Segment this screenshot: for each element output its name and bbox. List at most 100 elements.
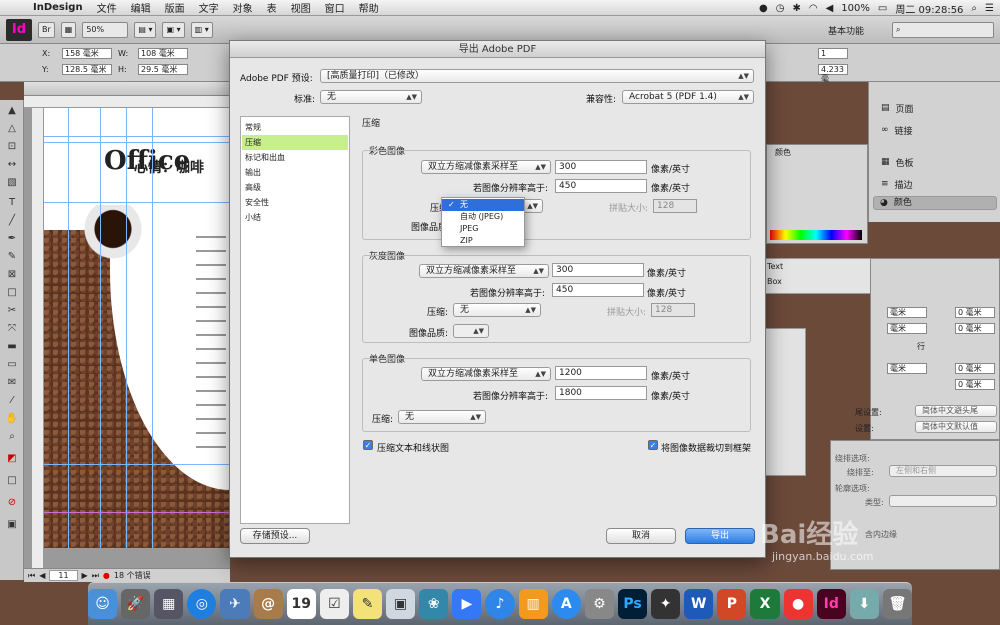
type-tool-icon[interactable]: T — [3, 196, 21, 210]
mono-downsample-select[interactable]: 双立方缩减像素采样至 ▲▼ — [421, 367, 551, 381]
w-field[interactable]: 108 毫米 — [138, 48, 188, 59]
nav-security[interactable]: 安全性 — [242, 195, 348, 210]
color-tile-size-input[interactable]: 128 — [653, 199, 697, 213]
compress-text-label[interactable]: 压缩文本和线状图 — [377, 441, 449, 454]
hand-tool-icon[interactable]: ✋ — [3, 412, 21, 426]
nav-summary[interactable]: 小结 — [242, 210, 348, 225]
menu-app-name[interactable]: InDesign — [26, 2, 90, 13]
compress-text-checkbox[interactable]: ✓ — [363, 440, 373, 450]
panel-color[interactable]: ◕ 颜色 — [873, 196, 997, 210]
spotlight-icon[interactable]: ⌕ — [971, 3, 977, 14]
final-cut-icon[interactable]: ✦ — [651, 589, 681, 619]
indent-field[interactable]: 毫米 — [887, 307, 927, 318]
coffee-cup-image[interactable] — [78, 205, 148, 265]
page-subheadline[interactable]: 心情：咖啡 — [134, 157, 204, 177]
guide-line[interactable] — [100, 108, 101, 548]
export-button[interactable]: 导出 — [685, 528, 755, 544]
color-resolution-input[interactable]: 300 — [555, 160, 647, 174]
space-before-field[interactable]: 毫米 — [887, 363, 927, 374]
text-label[interactable]: Text — [767, 262, 783, 271]
apply-none-icon[interactable]: ⊘ — [3, 496, 21, 510]
pen-tool-icon[interactable]: ✒ — [3, 232, 21, 246]
first-indent-field[interactable]: 毫米 — [887, 323, 927, 334]
line-tool-icon[interactable]: ╱ — [3, 214, 21, 228]
safari-icon[interactable]: ◎ — [187, 589, 217, 619]
rectangle-tool-icon[interactable]: □ — [3, 286, 21, 300]
guide-line[interactable] — [44, 142, 230, 143]
nav-compression[interactable]: 压缩 — [242, 135, 348, 150]
preset-select[interactable]: [高质量打印]（已修改） ▲▼ — [320, 69, 754, 83]
stroke-offset-field[interactable]: 4.233 毫 — [818, 64, 848, 83]
guide-line[interactable] — [44, 464, 230, 465]
battery-status[interactable]: 100% — [841, 3, 870, 14]
content-collector-icon[interactable]: ▧ — [3, 176, 21, 190]
last-indent-field[interactable]: 0 毫米 — [955, 323, 995, 334]
system-preferences-icon[interactable]: ⚙ — [584, 589, 614, 619]
last-page-icon[interactable]: ⏭ — [92, 571, 99, 581]
formatting-affects-icon[interactable]: □ — [3, 474, 21, 488]
bleed-guide-line[interactable] — [44, 512, 230, 513]
menu-layout[interactable]: 版面 — [158, 0, 192, 15]
crop-image-label[interactable]: 将图像数据裁切到框架 — [661, 441, 751, 454]
menu-view[interactable]: 视图 — [284, 0, 318, 15]
kinsoku-select[interactable]: 简体中文避头尾 — [915, 405, 997, 417]
launchpad-icon[interactable]: 🚀 — [121, 589, 151, 619]
h-field[interactable]: 29.5 毫米 — [138, 64, 188, 75]
fill-stroke-icon[interactable]: ◩ — [3, 452, 21, 466]
help-search-input[interactable]: ⌕ — [892, 22, 994, 38]
gradient-feather-tool-icon[interactable]: ▭ — [3, 358, 21, 372]
qq-icon[interactable]: ● — [759, 3, 768, 14]
dropdown-option-zip[interactable]: ZIP — [442, 235, 524, 247]
menu-window[interactable]: 窗口 — [318, 0, 352, 15]
nav-marks-bleeds[interactable]: 标记和出血 — [242, 150, 348, 165]
excel-icon[interactable]: X — [750, 589, 780, 619]
dropdown-option-jpeg[interactable]: JPEG — [442, 223, 524, 235]
gap-tool-icon[interactable]: ↔ — [3, 158, 21, 172]
save-preset-button[interactable]: 存储预设... — [240, 528, 310, 544]
panel-swatches[interactable]: ▦ 色板 — [873, 152, 997, 172]
wifi-icon[interactable]: ◠ — [809, 3, 818, 14]
panel-links[interactable]: ∞ 链接 — [873, 120, 997, 140]
dropdown-option-auto-jpeg[interactable]: 自动 (JPEG) — [442, 211, 524, 223]
finder-icon[interactable]: ☺ — [87, 589, 118, 619]
nav-output[interactable]: 输出 — [242, 165, 348, 180]
space-after-field[interactable]: 0 毫米 — [955, 363, 995, 374]
include-inside-edges[interactable]: 含内边缘 — [865, 529, 897, 540]
contour-type-select[interactable] — [889, 495, 997, 507]
qq-dock-icon[interactable]: ● — [783, 589, 813, 619]
eyedropper-tool-icon[interactable]: ⁄ — [3, 394, 21, 408]
arrange-documents-button[interactable]: ▥ ▾ — [190, 21, 213, 38]
volume-icon[interactable]: ◀ — [826, 3, 834, 14]
panel-stroke[interactable]: ≡ 描边 — [873, 174, 997, 194]
gray-resolution-input[interactable]: 300 — [552, 263, 644, 277]
color-panel-tab[interactable]: 颜色 — [775, 147, 791, 158]
indesign-dock-icon[interactable]: Id — [816, 589, 846, 619]
nav-advanced[interactable]: 高级 — [242, 180, 348, 195]
first-page-icon[interactable]: ⏮ — [28, 571, 35, 581]
gray-compression-select[interactable]: 无 ▲▼ — [453, 303, 541, 317]
cancel-button[interactable]: 取消 — [606, 528, 676, 544]
downloads-icon[interactable]: ⬇ — [849, 589, 879, 619]
screen-mode-button[interactable]: ▣ ▾ — [162, 21, 185, 38]
mono-above-input[interactable]: 1800 — [555, 386, 647, 400]
ibooks-icon[interactable]: ▥ — [518, 589, 548, 619]
menu-help[interactable]: 帮助 — [352, 0, 386, 15]
wrap-to-select[interactable]: 左侧和右侧 — [889, 465, 997, 477]
mail-icon[interactable]: ✈ — [220, 589, 250, 619]
calendar-icon[interactable]: 19 — [286, 589, 316, 619]
trash-icon[interactable]: 🗑 — [882, 589, 913, 619]
page-number[interactable]: 11 — [49, 570, 78, 581]
preflight-errors[interactable]: 18 个错误 — [114, 570, 151, 581]
gray-downsample-select[interactable]: 双立方缩减像素采样至 ▲▼ — [419, 264, 549, 278]
gradient-swatch-tool-icon[interactable]: ▬ — [3, 340, 21, 354]
preview-icon[interactable]: ▣ — [386, 589, 416, 619]
gray-above-input[interactable]: 450 — [552, 283, 644, 297]
gray-quality-select[interactable]: ▲▼ — [453, 324, 489, 338]
standard-select[interactable]: 无 ▲▼ — [320, 90, 422, 104]
bluetooth-icon[interactable]: ✱ — [792, 3, 800, 14]
panel-pages[interactable]: ▤ 页面 — [873, 98, 997, 118]
menu-object[interactable]: 对象 — [226, 0, 260, 15]
rectangle-frame-tool-icon[interactable]: ⊠ — [3, 268, 21, 282]
contacts-icon[interactable]: @ — [253, 589, 283, 619]
drop-cap-field[interactable]: 0 毫米 — [955, 379, 995, 390]
